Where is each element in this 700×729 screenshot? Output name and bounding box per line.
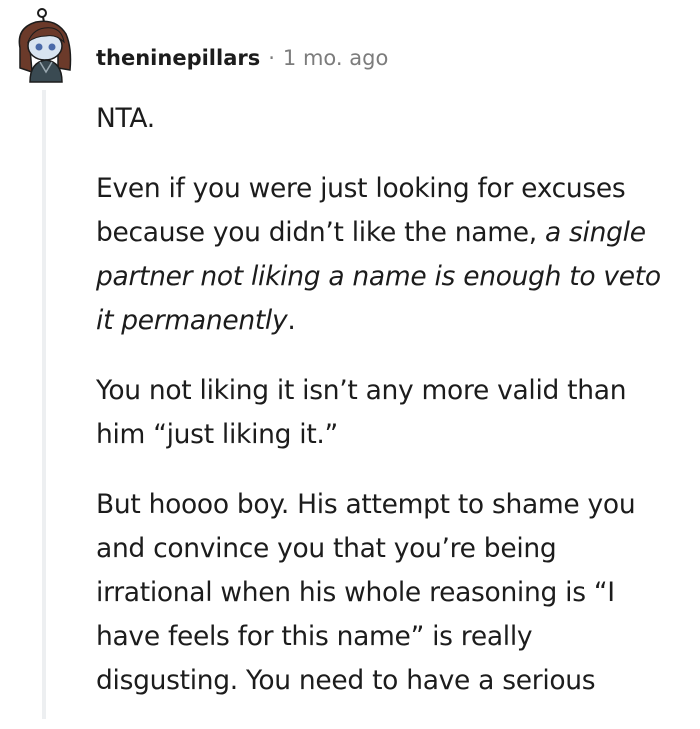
timestamp-link[interactable]: 1 mo. ago xyxy=(283,46,388,70)
avatar[interactable] xyxy=(12,8,84,84)
comment-body: NTA. Even if you were just looking for e… xyxy=(96,97,676,729)
snoo-avatar-icon xyxy=(18,8,72,83)
paragraph-1: NTA. xyxy=(96,103,155,134)
paragraph-3: You not liking it isn’t any more valid t… xyxy=(96,375,627,450)
paragraph-2: Even if you were just looking for excuse… xyxy=(96,167,676,343)
separator-dot: · xyxy=(268,46,275,70)
comment: theninepillars · 1 mo. ago NTA. Even if yo… xyxy=(0,0,700,719)
comment-header: theninepillars · 1 mo. ago xyxy=(96,44,388,72)
thread-collapse-line[interactable] xyxy=(42,90,46,719)
username-link[interactable]: theninepillars xyxy=(96,46,260,70)
paragraph-2-end: . xyxy=(287,305,296,336)
paragraph-4: But hoooo boy. His attempt to shame you … xyxy=(96,489,636,696)
